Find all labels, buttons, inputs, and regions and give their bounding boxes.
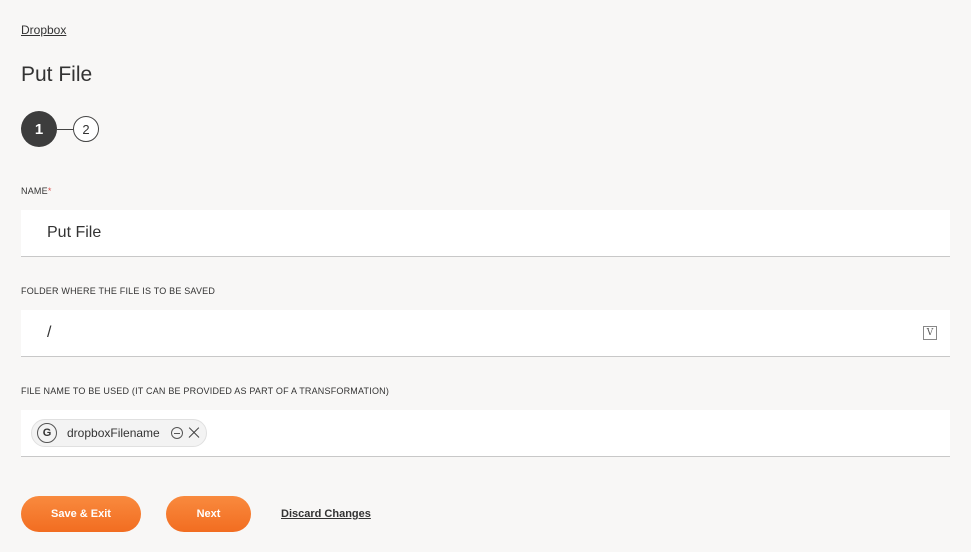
step-2-indicator[interactable]: 2 — [73, 116, 99, 142]
variable-icon[interactable]: V — [923, 326, 937, 340]
folder-field-value[interactable]: / — [47, 324, 51, 342]
folder-field[interactable]: / V — [21, 310, 950, 357]
filename-field[interactable]: G dropboxFilename — [21, 410, 950, 457]
page-title: Put File — [21, 63, 93, 86]
global-variable-pill[interactable]: G dropboxFilename — [31, 419, 207, 447]
required-mark: * — [47, 186, 52, 196]
discard-changes-link[interactable]: Discard Changes — [281, 508, 371, 520]
folder-label: FOLDER WHERE THE FILE IS TO BE SAVED — [21, 286, 216, 296]
close-icon[interactable] — [188, 427, 200, 439]
name-field[interactable]: Put File — [21, 210, 950, 257]
name-field-value[interactable]: Put File — [47, 224, 101, 242]
step-connector — [57, 128, 73, 130]
minus-circle-icon[interactable] — [170, 427, 183, 439]
name-label-text: NAME — [21, 186, 48, 196]
save-exit-button[interactable]: Save & Exit — [21, 496, 141, 532]
pill-variable-name: dropboxFilename — [67, 426, 160, 440]
step-1-indicator[interactable]: 1 — [21, 111, 57, 147]
next-button[interactable]: Next — [166, 496, 251, 532]
name-label: NAME* — [21, 186, 52, 196]
global-variable-icon: G — [37, 423, 57, 443]
breadcrumb-dropbox[interactable]: Dropbox — [21, 23, 66, 37]
filename-label: FILE NAME TO BE USED (IT CAN BE PROVIDED… — [21, 386, 390, 396]
stepper: 1 2 — [21, 111, 101, 147]
